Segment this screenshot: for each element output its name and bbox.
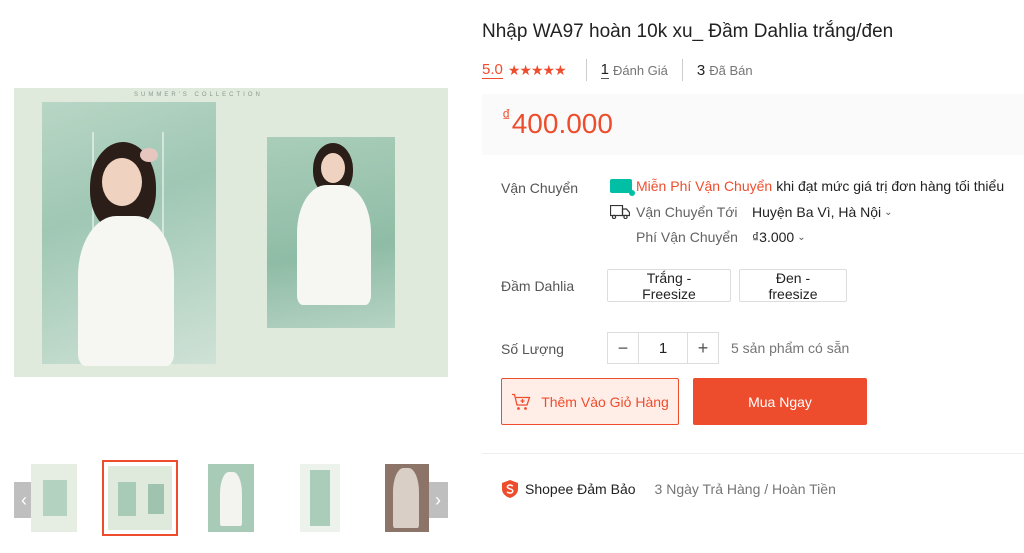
star-rating-icon: ★★★★★: [507, 61, 567, 78]
quantity-stepper: − 1 +: [607, 332, 719, 364]
quantity-label: Số Lượng: [501, 341, 564, 357]
chevron-down-icon[interactable]: ⌄: [884, 207, 892, 218]
quantity-increase-button[interactable]: +: [688, 333, 718, 363]
rating-row: 5.0 ★★★★★ 1 Đánh Giá 3 Đã Bán: [482, 59, 753, 81]
thumbnail[interactable]: [381, 460, 433, 536]
shipping-fee-row: Phí Vận Chuyển ₫3.000 ⌄: [636, 229, 806, 245]
price-box: ₫400.000: [482, 94, 1024, 155]
quantity-decrease-button[interactable]: −: [608, 333, 638, 363]
free-shipping-desc: khi đạt mức giá trị đơn hàng tối thiểu: [776, 178, 1005, 194]
divider: [482, 453, 1024, 454]
free-shipping-icon: [610, 179, 635, 196]
guarantee-label: Shopee Đảm Bảo: [525, 481, 636, 497]
shipping-fee-value[interactable]: ₫3.000: [752, 229, 794, 245]
quantity-input[interactable]: 1: [638, 333, 688, 363]
product-gallery: SUMMER'S COLLECTION ‹ ›: [0, 0, 470, 553]
sold-count: 3: [696, 61, 706, 79]
product-price: ₫400.000: [502, 106, 613, 140]
thumbnail-active[interactable]: [102, 460, 178, 536]
ship-to-row: Vận Chuyển Tới Huyện Ba Vì, Hà Nội ⌄: [610, 204, 893, 220]
photo-panel-left: [42, 102, 216, 366]
product-page: SUMMER'S COLLECTION ‹ › Nhập WA97 hoàn 1…: [0, 0, 1024, 553]
product-title: Nhập WA97 hoàn 10k xu_ Đầm Dahlia trắng/…: [482, 21, 894, 42]
thumbnail[interactable]: [204, 460, 258, 536]
ship-to-value[interactable]: Huyện Ba Vì, Hà Nội: [752, 204, 881, 220]
shield-icon: [502, 480, 518, 498]
shipping-label: Vận Chuyển: [501, 180, 579, 196]
truck-icon: [610, 205, 630, 219]
cart-add-icon: [512, 393, 531, 410]
variant-label: Đầm Dahlia: [501, 278, 575, 294]
sold-label: Đã Bán: [709, 62, 753, 78]
shipping-fee-label: Phí Vận Chuyển: [636, 229, 738, 245]
thumbnail[interactable]: [27, 460, 81, 536]
variant-option-white[interactable]: Trắng - Freesize: [607, 269, 731, 302]
rating-score[interactable]: 5.0: [482, 61, 503, 79]
main-product-image[interactable]: SUMMER'S COLLECTION: [14, 88, 448, 377]
ship-to-label: Vận Chuyển Tới: [636, 204, 738, 220]
divider: [681, 59, 683, 81]
divider: [585, 59, 587, 81]
thumbnail-strip: [14, 458, 448, 540]
buy-now-button[interactable]: Mua Ngay: [693, 378, 867, 425]
shopee-guarantee[interactable]: Shopee Đảm Bảo 3 Ngày Trả Hàng / Hoàn Ti…: [501, 479, 836, 499]
variant-option-black[interactable]: Đen - freesize: [739, 269, 847, 302]
guarantee-desc: 3 Ngày Trả Hàng / Hoàn Tiền: [654, 481, 836, 497]
thumbnail[interactable]: [296, 460, 344, 536]
currency-symbol: ₫: [502, 106, 511, 125]
stock-available: 5 sản phẩm có sẵn: [731, 340, 850, 356]
review-count[interactable]: 1: [600, 61, 609, 79]
image-caption: SUMMER'S COLLECTION: [134, 92, 263, 98]
free-shipping-row: Miễn Phí Vận Chuyển khi đạt mức giá trị …: [610, 178, 1005, 196]
review-label: Đánh Giá: [612, 62, 668, 78]
chevron-down-icon[interactable]: ⌄: [797, 232, 805, 243]
price-value: 400.000: [511, 108, 613, 139]
free-shipping-text: Miễn Phí Vận Chuyển: [636, 178, 773, 194]
add-to-cart-button[interactable]: Thêm Vào Giỏ Hàng: [501, 378, 679, 425]
photo-panel-right: [267, 137, 395, 328]
add-to-cart-label: Thêm Vào Giỏ Hàng: [541, 393, 669, 410]
